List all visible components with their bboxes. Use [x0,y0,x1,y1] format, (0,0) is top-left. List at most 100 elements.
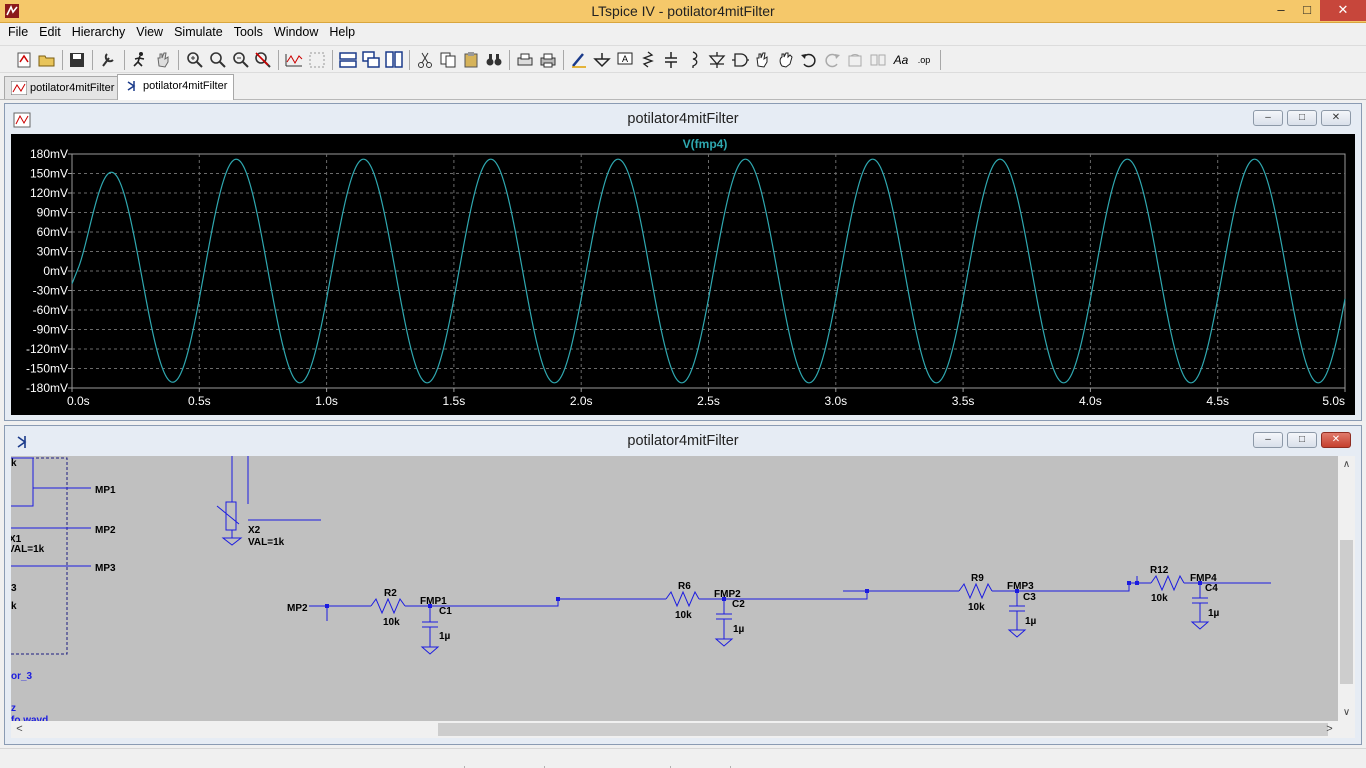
print-setup-icon[interactable] [515,50,535,70]
draw-wire-icon[interactable] [569,50,589,70]
undo-icon[interactable] [799,50,819,70]
copy-icon[interactable] [438,50,458,70]
tile-vertical-icon[interactable] [384,50,404,70]
menu-window[interactable]: Window [269,23,324,43]
save-icon[interactable] [67,50,87,70]
scroll-up-arrow[interactable]: ∧ [1338,456,1355,473]
inductor-icon[interactable] [684,50,704,70]
open-icon[interactable] [37,50,57,70]
label-r6[interactable]: R6 [678,581,691,592]
spice-directive-icon[interactable]: .op [914,50,934,70]
waveform-chart: V(fmp4) 180mV 150mV 120mV 90mV 60mV 30mV 0mV -3… [26,137,1346,408]
cascade-icon[interactable] [361,50,381,70]
status-bar [0,748,1366,768]
close-button[interactable]: ✕ [1320,0,1366,21]
scroll-left-arrow[interactable]: < [11,721,28,738]
print-icon[interactable] [538,50,558,70]
redo-icon[interactable] [822,50,842,70]
new-schematic-icon[interactable] [14,50,34,70]
trace-label[interactable]: V(fmp4) [683,137,728,151]
label-r12-value[interactable]: 10k [1151,593,1168,604]
label-c3-value[interactable]: 1µ [1025,616,1037,627]
label-r9-value[interactable]: 10k [968,602,985,613]
maximize-button[interactable]: □ [1294,0,1320,21]
schematic-canvas[interactable]: MP1 MP2 MP3 X1 VAL=1k k 3 k X2 VAL=1k MP… [11,456,1355,738]
y-tick-label: 60mV [37,225,68,239]
label-r6-value[interactable]: 10k [675,610,692,621]
menu-edit[interactable]: Edit [34,23,67,43]
menu-simulate[interactable]: Simulate [169,23,229,43]
cancel-zoom-icon[interactable] [253,50,273,70]
menu-bar: File Edit Hierarchy View Simulate Tools … [0,23,1366,43]
label-c2-value[interactable]: 1µ [733,624,745,635]
waveform-close-button[interactable]: ✕ [1321,110,1351,126]
waveform-plot[interactable]: V(fmp4) 180mV 150mV 120mV 90mV 60mV 30mV 0mV -3… [11,134,1355,415]
label-r2[interactable]: R2 [384,588,397,599]
paste-icon[interactable] [461,50,481,70]
label-c4-value[interactable]: 1µ [1208,608,1220,619]
label-fmp3[interactable]: FMP3 [1007,581,1034,592]
label-mp2[interactable]: MP2 [95,525,116,536]
autorange-icon[interactable] [307,50,327,70]
control-panel-icon[interactable] [99,50,119,70]
menu-tools[interactable]: Tools [229,23,269,43]
label-x2-val[interactable]: VAL=1k [248,537,285,548]
document-tabs: potilator4mitFilter potilator4mitFilter [0,74,1366,100]
label-c3[interactable]: C3 [1023,592,1036,603]
schematic-restore-button[interactable]: □ [1287,432,1317,448]
capacitor-icon[interactable] [661,50,681,70]
schematic-close-button[interactable]: ✕ [1321,432,1351,448]
tab-schematic[interactable]: potilator4mitFilter [117,74,235,100]
label-net-icon[interactable]: A [615,50,635,70]
scroll-right-arrow[interactable]: > [1321,721,1338,738]
ground-icon[interactable] [592,50,612,70]
label-c2[interactable]: C2 [732,599,745,610]
zoom-in-icon[interactable] [185,50,205,70]
label-mp3[interactable]: MP3 [95,563,116,574]
schematic-window-titlebar[interactable]: potilator4mitFilter – □ ✕ [5,426,1361,456]
label-r9[interactable]: R9 [971,573,984,584]
tab-waveform[interactable]: potilator4mitFilter [4,76,122,99]
waveform-restore-button[interactable]: □ [1287,110,1317,126]
horizontal-scroll-thumb[interactable] [438,723,1328,736]
find-icon[interactable] [484,50,504,70]
rotate-icon[interactable] [845,50,865,70]
mirror-icon[interactable] [868,50,888,70]
drag-icon[interactable] [776,50,796,70]
vertical-scroll-thumb[interactable] [1340,540,1353,684]
label-mp2-input[interactable]: MP2 [287,603,308,614]
label-mp1[interactable]: MP1 [95,485,116,496]
waveform-window-titlebar[interactable]: potilator4mitFilter – □ ✕ [5,104,1361,134]
svg-text:A: A [622,54,628,64]
label-c1-value[interactable]: 1µ [439,631,451,642]
cut-icon[interactable] [415,50,435,70]
label-r12[interactable]: R12 [1150,565,1169,576]
pan-icon[interactable] [153,50,173,70]
menu-hierarchy[interactable]: Hierarchy [67,23,132,43]
schematic-minimize-button[interactable]: – [1253,432,1283,448]
diode-icon[interactable] [707,50,727,70]
scroll-down-arrow[interactable]: ∨ [1338,704,1355,721]
label-r2-value[interactable]: 10k [383,617,400,628]
label-c4[interactable]: C4 [1205,583,1218,594]
resistor-icon[interactable] [638,50,658,70]
label-c1[interactable]: C1 [439,606,452,617]
zoom-out-icon[interactable] [231,50,251,70]
label-x2-ref[interactable]: X2 [248,525,261,536]
run-icon[interactable] [130,50,150,70]
menu-file[interactable]: File [3,23,34,43]
vertical-scrollbar[interactable]: ∧ ∨ [1338,456,1355,721]
zoom-fit-icon[interactable] [208,50,228,70]
text-icon[interactable]: Aa [891,50,911,70]
label-x1-val[interactable]: VAL=1k [11,544,45,555]
waveform-minimize-button[interactable]: – [1253,110,1283,126]
tile-horizontal-icon[interactable] [338,50,358,70]
minimize-button[interactable]: – [1268,0,1294,21]
waveform-icon[interactable] [284,50,304,70]
move-icon[interactable] [753,50,773,70]
horizontal-scrollbar[interactable]: < > [11,721,1338,738]
component-icon[interactable] [730,50,750,70]
menu-view[interactable]: View [131,23,169,43]
label-frag-z: z [11,703,16,714]
menu-help[interactable]: Help [324,23,361,43]
